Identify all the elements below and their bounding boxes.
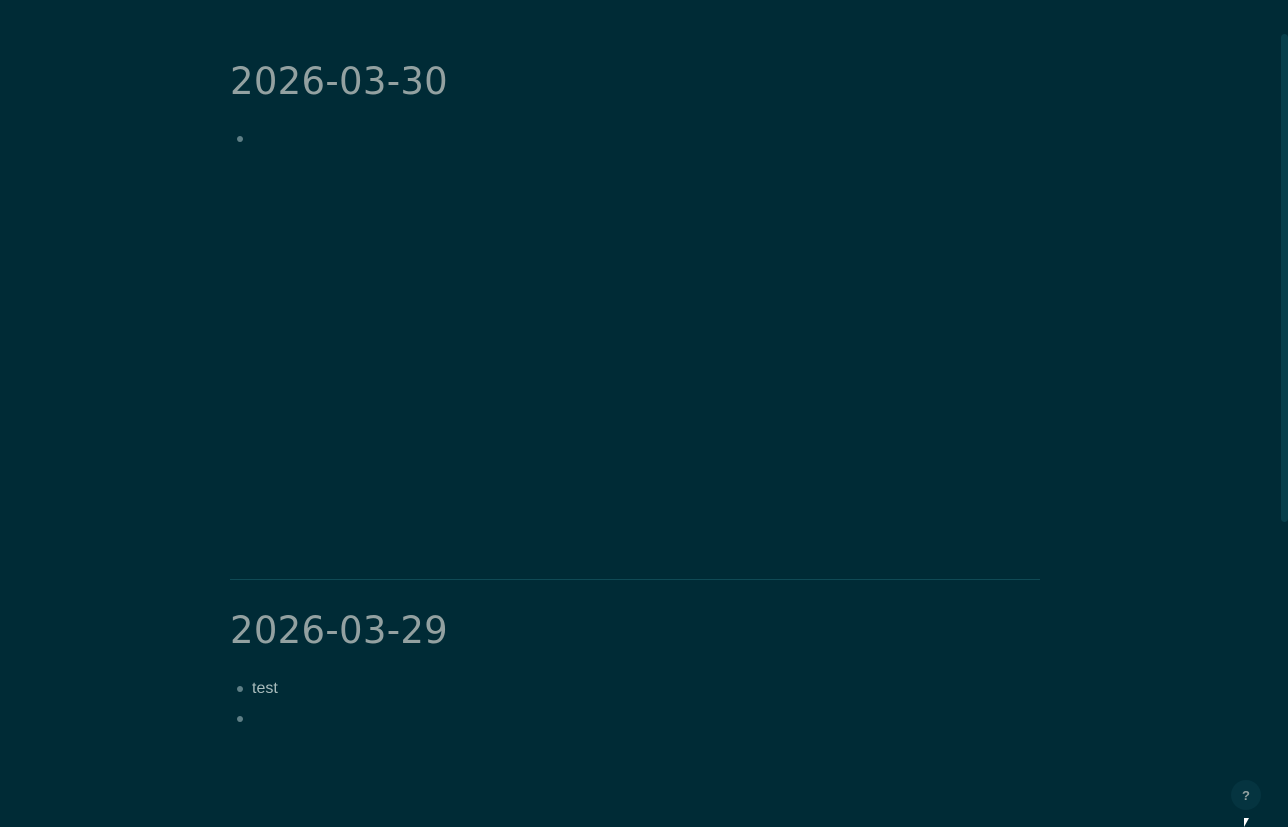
bullet-icon[interactable] [230, 124, 250, 154]
journal-page: 2026-03-30 [230, 0, 1040, 580]
journal-title[interactable]: 2026-03-30 [230, 60, 448, 104]
scrollbar[interactable] [1280, 0, 1288, 827]
mouse-cursor-icon [1244, 818, 1249, 827]
journal-title[interactable]: 2026-03-29 [230, 609, 448, 653]
block-list [230, 124, 1040, 154]
bullet-icon[interactable] [230, 704, 250, 734]
journals-view: 2026-03-30 2026-03-29 test ? [0, 0, 1288, 827]
block[interactable] [230, 704, 1040, 734]
scrollbar-thumb[interactable] [1281, 34, 1288, 522]
block-list: test [230, 674, 1040, 734]
block[interactable] [230, 124, 1040, 154]
journal-list: 2026-03-30 2026-03-29 test [230, 0, 1040, 722]
bullet-icon[interactable] [230, 674, 250, 704]
block[interactable]: test [230, 674, 1040, 704]
journal-separator [230, 579, 1040, 580]
help-button[interactable]: ? [1231, 780, 1261, 810]
block-text[interactable]: test [252, 680, 278, 698]
